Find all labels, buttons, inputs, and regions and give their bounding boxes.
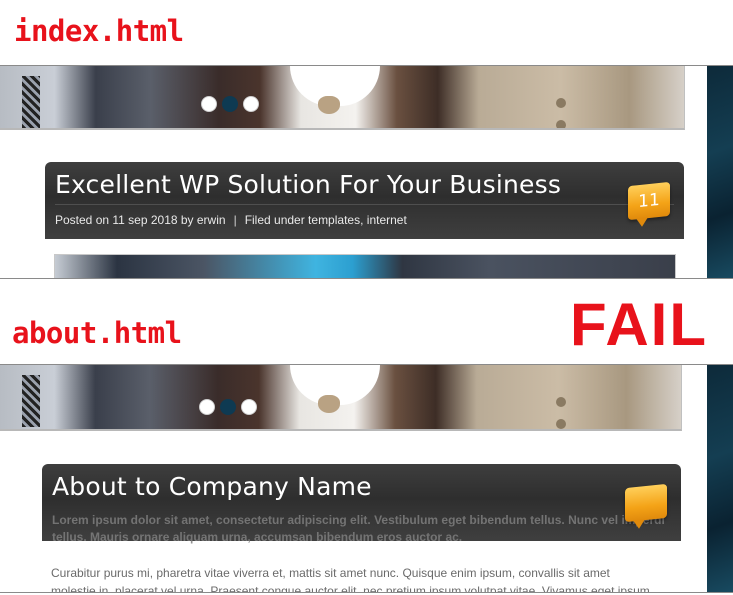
post-header: Excellent WP Solution For Your Business … bbox=[45, 162, 684, 239]
header-divider bbox=[55, 204, 674, 205]
banner-button-detail bbox=[556, 419, 566, 429]
page-header: About to Company Name Lorem ipsum dolor … bbox=[42, 464, 681, 544]
banner-button-detail bbox=[556, 397, 566, 407]
intro-line-2: tellus. Mauris ornare aliquam urna, accu… bbox=[52, 530, 463, 544]
tag-separator: , bbox=[360, 213, 364, 227]
slider-dot-1[interactable] bbox=[199, 399, 215, 415]
banner-pendant-detail bbox=[318, 395, 340, 413]
body-line-2: molestie in, placerat vel urna. Praesent… bbox=[51, 584, 650, 593]
overlapping-intro-text: Lorem ipsum dolor sit amet, consectetur … bbox=[52, 512, 664, 546]
tag-link-internet[interactable]: internet bbox=[367, 213, 407, 227]
banner-tie-detail bbox=[22, 76, 40, 128]
hero-banner-image bbox=[0, 365, 682, 431]
side-background-strip bbox=[707, 365, 733, 592]
intro-line-1: Lorem ipsum dolor sit amet, consectetur … bbox=[52, 513, 664, 527]
slider-dot-2-active[interactable] bbox=[220, 399, 236, 415]
banner-button-detail bbox=[556, 120, 566, 128]
filed-under-link[interactable]: Filed under templates bbox=[245, 213, 360, 227]
index-file-label: index.html bbox=[14, 14, 184, 48]
index-screenshot: Excellent WP Solution For Your Business … bbox=[0, 65, 733, 279]
page-title: About to Company Name bbox=[52, 472, 372, 501]
slider-pagination bbox=[201, 96, 259, 112]
banner-button-detail bbox=[556, 98, 566, 108]
post-title[interactable]: Excellent WP Solution For Your Business bbox=[55, 170, 561, 199]
banner-tie-detail bbox=[22, 375, 40, 427]
post-featured-image bbox=[54, 254, 676, 278]
comment-badge-icon bbox=[625, 483, 667, 523]
posted-on-text: Posted on 11 sep 2018 by erwin bbox=[55, 213, 226, 227]
page-body-text: Curabitur purus mi, pharetra vitae viver… bbox=[51, 564, 681, 593]
slider-pagination bbox=[199, 399, 257, 415]
slider-dot-3[interactable] bbox=[241, 399, 257, 415]
about-screenshot: About to Company Name Lorem ipsum dolor … bbox=[0, 364, 733, 593]
slider-dot-2-active[interactable] bbox=[222, 96, 238, 112]
slider-dot-1[interactable] bbox=[201, 96, 217, 112]
body-line-1: Curabitur purus mi, pharetra vitae viver… bbox=[51, 566, 610, 580]
comment-count-badge[interactable]: 11 bbox=[628, 181, 670, 221]
banner-pendant-detail bbox=[318, 96, 340, 114]
slider-dot-3[interactable] bbox=[243, 96, 259, 112]
fail-verdict-label: FAIL bbox=[570, 291, 708, 358]
about-file-label: about.html bbox=[12, 316, 182, 350]
meta-separator: | bbox=[233, 213, 237, 227]
hero-banner-image bbox=[0, 66, 685, 130]
post-meta: Posted on 11 sep 2018 by erwin | Filed und… bbox=[55, 213, 407, 227]
side-background-strip bbox=[707, 66, 733, 278]
